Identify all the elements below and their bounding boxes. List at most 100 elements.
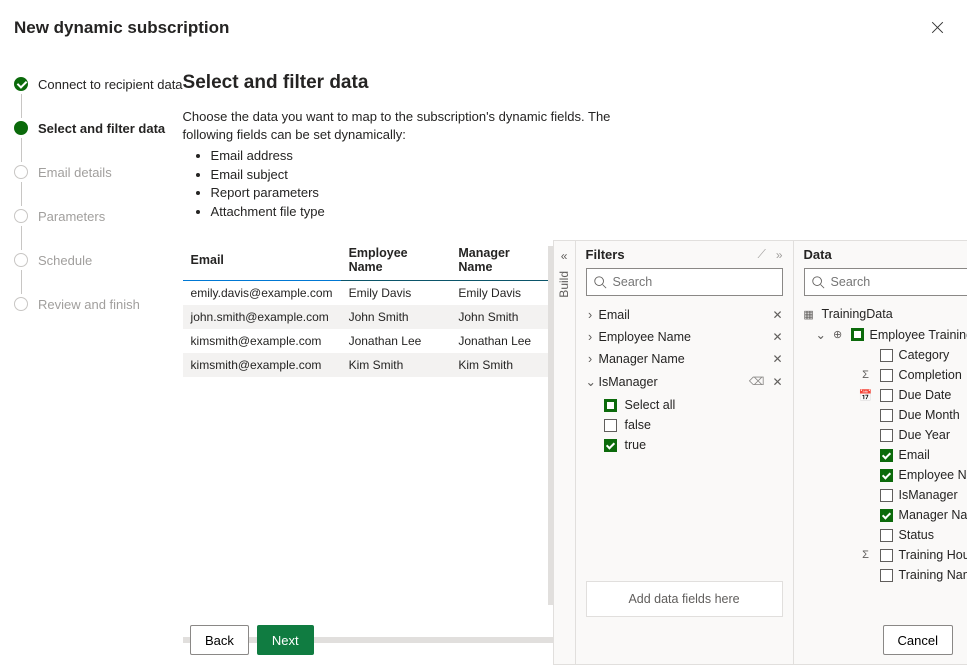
step-label: Connect to recipient data (38, 77, 183, 92)
step-connect[interactable]: Connect to recipient data (14, 74, 183, 94)
next-button[interactable]: Next (257, 625, 314, 655)
step-select-filter[interactable]: Select and filter data (14, 118, 183, 138)
table-row[interactable]: kimsmith@example.comKim SmithKim Smith (183, 353, 553, 377)
data-field[interactable]: Due Year (802, 425, 967, 445)
table-cell: Kim Smith (450, 353, 552, 377)
bullet-item: Attachment file type (211, 203, 623, 221)
column-header[interactable]: Email (183, 240, 341, 281)
checkbox[interactable] (604, 439, 617, 452)
data-field[interactable]: Manager Name (802, 505, 967, 525)
collapse-chevron-icon[interactable]: « (561, 249, 568, 263)
column-header[interactable]: Manager Name (450, 240, 552, 281)
filters-drop-zone[interactable]: Add data fields here (586, 581, 783, 617)
data-search[interactable] (804, 268, 967, 296)
field-checkbox[interactable] (880, 369, 893, 382)
field-name: Due Date (899, 388, 952, 402)
chevron-down-icon: ⌄ (586, 374, 595, 389)
field-checkbox[interactable] (880, 449, 893, 462)
chevron-down-icon: ⌄ (816, 327, 825, 342)
chevron-right-icon: › (586, 352, 595, 366)
data-field[interactable]: IsManager (802, 485, 967, 505)
checkbox[interactable] (604, 399, 617, 412)
remove-filter-icon[interactable]: ✕ (772, 308, 782, 322)
table-row[interactable]: kimsmith@example.comJonathan LeeJonathan… (183, 329, 553, 353)
sigma-icon (858, 549, 874, 561)
data-field[interactable]: Due Date (802, 385, 967, 405)
close-icon[interactable] (929, 19, 947, 37)
step-email-details[interactable]: Email details (14, 162, 183, 182)
remove-filter-icon[interactable]: ✕ (772, 330, 782, 344)
dataset-node[interactable]: ▦ TrainingData (802, 304, 967, 324)
filter-field[interactable]: ›Manager Name✕ (582, 348, 787, 370)
step-dot-icon (14, 77, 28, 91)
step-parameters[interactable]: Parameters (14, 206, 183, 226)
data-field[interactable]: Email (802, 445, 967, 465)
data-field[interactable]: Employee Name (802, 465, 967, 485)
bullet-item: Email address (211, 147, 623, 165)
eraser-icon[interactable]: ⌫ (749, 375, 765, 389)
column-header[interactable]: Employee Name (341, 240, 451, 281)
data-field[interactable]: Category (802, 345, 967, 365)
field-name: Due Month (899, 408, 960, 422)
table-checkbox[interactable] (851, 328, 864, 341)
build-tab-label[interactable]: Build (557, 271, 571, 298)
step-label: Review and finish (38, 297, 140, 312)
field-checkbox[interactable] (880, 489, 893, 502)
filter-value[interactable]: Select all (604, 395, 787, 415)
cancel-button[interactable]: Cancel (883, 625, 953, 655)
chevron-right-icon: › (586, 330, 595, 344)
remove-filter-icon[interactable]: ✕ (772, 375, 782, 389)
table-row[interactable]: john.smith@example.comJohn SmithJohn Smi… (183, 305, 553, 329)
field-checkbox[interactable] (880, 389, 893, 402)
data-field[interactable]: Status (802, 525, 967, 545)
dataset-icon: ▦ (802, 308, 816, 321)
field-checkbox[interactable] (880, 429, 893, 442)
filter-value[interactable]: true (604, 435, 787, 455)
data-field[interactable]: Training Hours (802, 545, 967, 565)
field-checkbox[interactable] (880, 529, 893, 542)
filters-search-input[interactable] (607, 274, 776, 290)
calendar-icon (858, 389, 874, 402)
filter-field[interactable]: ›Employee Name✕ (582, 326, 787, 348)
table-cell: Jonathan Lee (450, 329, 552, 353)
field-checkbox[interactable] (880, 349, 893, 362)
vertical-scrollbar[interactable] (548, 246, 553, 605)
table-row[interactable]: emily.davis@example.comEmily DavisEmily … (183, 281, 553, 306)
table-cell: emily.davis@example.com (183, 281, 341, 306)
field-checkbox[interactable] (880, 549, 893, 562)
expand-chevron-icon[interactable]: » (776, 248, 783, 262)
table-cell: john.smith@example.com (183, 305, 341, 329)
checkbox[interactable] (604, 419, 617, 432)
filter-field[interactable]: ⌄IsManager⌫✕ (582, 370, 787, 393)
filters-panel: Filters ⟋ » ›Email✕›Employee Name✕›Manag… (576, 241, 793, 664)
wizard-stepper: Connect to recipient data Select and fil… (0, 52, 183, 665)
remove-filter-icon[interactable]: ✕ (772, 352, 782, 366)
field-name: IsManager (899, 488, 958, 502)
filter-field-name: Email (599, 308, 630, 322)
field-name: Due Year (899, 428, 950, 442)
field-checkbox[interactable] (880, 469, 893, 482)
table-cell: Emily Davis (450, 281, 552, 306)
field-name: Status (899, 528, 934, 542)
field-name: Employee Name (899, 468, 967, 482)
filter-field[interactable]: › Email ✕ (582, 304, 787, 326)
filter-options-icon[interactable]: ⟋ (757, 247, 765, 262)
step-dot-icon (14, 253, 28, 267)
field-checkbox[interactable] (880, 509, 893, 522)
table-cell: Emily Davis (341, 281, 451, 306)
data-search-input[interactable] (825, 274, 967, 290)
back-button[interactable]: Back (190, 625, 249, 655)
data-field[interactable]: Due Month (802, 405, 967, 425)
step-review[interactable]: Review and finish (14, 294, 183, 314)
step-schedule[interactable]: Schedule (14, 250, 183, 270)
step-label: Select and filter data (38, 121, 165, 136)
filters-search[interactable] (586, 268, 783, 296)
chevron-right-icon: › (586, 308, 595, 322)
data-field[interactable]: Training Name (802, 565, 967, 585)
field-checkbox[interactable] (880, 569, 893, 582)
filter-value[interactable]: false (604, 415, 787, 435)
field-checkbox[interactable] (880, 409, 893, 422)
data-preview-table: Email Employee Name Manager Name emily.d… (183, 240, 553, 665)
table-node[interactable]: ⌄ Employee Training (802, 324, 967, 345)
data-field[interactable]: Completion (802, 365, 967, 385)
